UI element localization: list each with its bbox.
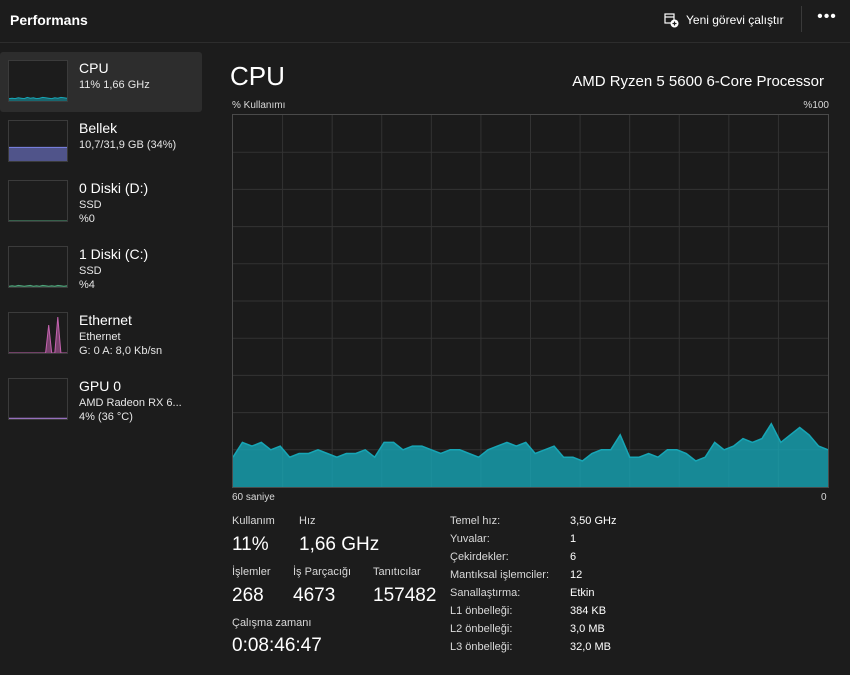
sidebar-item-memory[interactable]: Bellek 10,7/31,9 GB (34%)	[0, 112, 202, 172]
more-icon[interactable]: •••	[816, 8, 838, 30]
sidebar-item-name: GPU 0	[79, 378, 122, 394]
spec-value-logical-processors: 12	[570, 569, 583, 581]
spec-label-cores: Çekirdekler:	[450, 551, 509, 563]
disk-d-mini-graph	[8, 180, 68, 222]
sidebar-item-name: 0 Diski (D:)	[79, 180, 149, 196]
sidebar-item-name: 1 Diski (C:)	[79, 246, 149, 262]
spec-value-l1-cache: 384 KB	[570, 605, 607, 617]
threads-value: 4673	[293, 585, 336, 606]
speed-label: Hız	[299, 515, 316, 527]
sidebar-item-detail: SSD	[79, 265, 102, 277]
run-task-icon	[664, 12, 679, 27]
sidebar-item-disk-c[interactable]: 1 Diski (C:) SSD %4	[0, 238, 202, 298]
page-title: Performans	[10, 12, 88, 28]
sidebar-item-detail: AMD Radeon RX 6...	[79, 397, 182, 409]
handles-label: Tanıtıcılar	[373, 566, 421, 578]
sidebar-item-detail: 10,7/31,9 GB (34%)	[79, 139, 177, 151]
graph-grid	[233, 115, 828, 487]
processes-label: İşlemler	[232, 566, 271, 578]
main-panel: CPU AMD Ryzen 5 5600 6-Core Processor % …	[202, 43, 850, 675]
mini-graph-line	[9, 96, 67, 100]
speed-value: 1,66 GHz	[299, 534, 380, 555]
handles-value: 157482	[373, 585, 437, 606]
processor-name: AMD Ryzen 5 5600 6-Core Processor	[572, 73, 824, 90]
spec-value-l2-cache: 3,0 MB	[570, 623, 605, 635]
toolbar-divider	[801, 6, 802, 32]
sidebar-item-detail-2: %4	[79, 279, 95, 291]
uptime-value: 0:08:46:47	[232, 635, 322, 656]
sidebar-item-detail-2: %0	[79, 213, 95, 225]
sidebar-item-detail-2: G: 0 A: 8,0 Kb/sn	[79, 345, 163, 357]
spec-label-logical-processors: Mantıksal işlemciler:	[450, 569, 550, 581]
gpu-mini-graph	[8, 378, 68, 420]
memory-mini-graph	[8, 120, 68, 162]
sidebar-item-detail-2: 4% (36 °C)	[79, 411, 133, 423]
sidebar-item-detail: SSD	[79, 199, 102, 211]
y-axis-max-label: %100	[803, 100, 829, 111]
spec-label-l3-cache: L3 önbelleği:	[450, 641, 513, 653]
new-task-label: Yeni görevi çalıştır	[686, 13, 784, 27]
sidebar-item-ethernet[interactable]: Ethernet Ethernet G: 0 A: 8,0 Kb/sn	[0, 304, 202, 364]
spec-value-cores: 6	[570, 551, 577, 563]
spec-label-l1-cache: L1 önbelleği:	[450, 605, 513, 617]
spec-value-sockets: 1	[570, 533, 577, 545]
x-axis-left-label: 60 saniye	[232, 492, 275, 503]
resource-title: CPU	[230, 61, 285, 91]
sidebar-item-gpu[interactable]: GPU 0 AMD Radeon RX 6... 4% (36 °C)	[0, 370, 202, 430]
spec-label-sockets: Yuvalar:	[450, 533, 490, 545]
ethernet-mini-graph	[8, 312, 68, 354]
x-axis-right-label: 0	[821, 492, 827, 503]
spec-label-l2-cache: L2 önbelleği:	[450, 623, 513, 635]
cpu-mini-graph	[8, 60, 68, 102]
spec-value-virtualization: Etkin	[570, 587, 595, 599]
new-task-button[interactable]: Yeni görevi çalıştır	[664, 9, 784, 31]
sidebar-item-name: CPU	[79, 60, 109, 76]
disk-c-mini-graph	[8, 246, 68, 288]
sidebar-item-cpu[interactable]: CPU 11% 1,66 GHz	[0, 52, 202, 112]
spec-label-base-speed: Temel hız:	[450, 515, 501, 527]
processes-value: 268	[232, 585, 264, 606]
cpu-usage-graph	[232, 114, 829, 488]
title-bar: Performans Yeni görevi çalıştır •••	[0, 0, 850, 43]
sidebar-item-detail: Ethernet	[79, 331, 121, 343]
mini-graph-area	[9, 147, 67, 161]
y-axis-label: % Kullanımı	[232, 100, 286, 111]
spec-value-l3-cache: 32,0 MB	[570, 641, 611, 653]
sidebar: CPU 11% 1,66 GHz Bellek 10,7/31,9 GB (34…	[0, 52, 202, 430]
threads-label: İş Parçacığı	[293, 566, 352, 578]
uptime-label: Çalışma zamanı	[232, 617, 312, 629]
sidebar-item-disk-d[interactable]: 0 Diski (D:) SSD %0	[0, 172, 202, 232]
spec-value-base-speed: 3,50 GHz	[570, 515, 617, 527]
sidebar-item-name: Ethernet	[79, 312, 132, 328]
usage-label: Kullanım	[232, 515, 275, 527]
sidebar-item-name: Bellek	[79, 120, 118, 136]
spec-label-virtualization: Sanallaştırma:	[450, 587, 521, 599]
sidebar-item-detail: 11% 1,66 GHz	[79, 79, 150, 91]
usage-value: 11%	[232, 534, 269, 555]
